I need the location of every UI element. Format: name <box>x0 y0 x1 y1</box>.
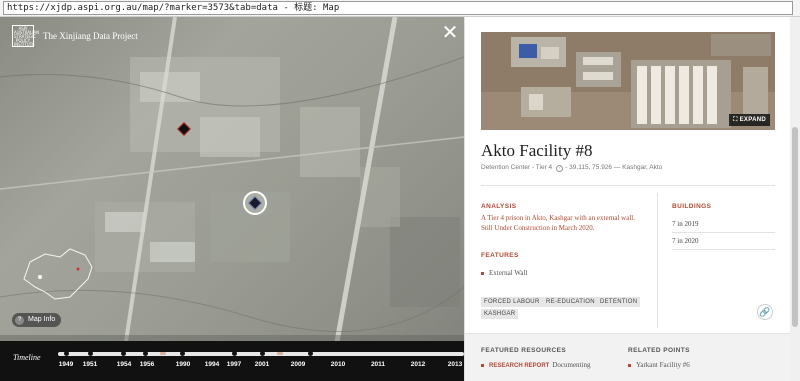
scrollbar-thumb[interactable] <box>792 127 798 327</box>
expand-button[interactable]: ⛶ EXPAND <box>729 114 770 126</box>
selected-map-marker[interactable] <box>243 191 267 215</box>
divider <box>672 232 775 233</box>
timeline-year[interactable]: 1951 <box>83 361 97 368</box>
address-bar: https://xjdp.aspi.org.au/map/?marker=357… <box>0 0 800 17</box>
expand-label: EXPAND <box>739 117 766 123</box>
timeline-year[interactable]: 2010 <box>331 361 345 368</box>
timeline-year[interactable]: 1956 <box>140 361 154 368</box>
bullet-icon <box>481 271 484 275</box>
related-point-link[interactable]: Yarkant Facility #6 <box>628 361 690 369</box>
timeline-year[interactable]: 2011 <box>371 361 385 368</box>
facility-location: - 39.115, 75.926 — Kashgar, Akto <box>565 164 663 171</box>
featured-resource-link[interactable]: RESEARCH REPORT Documenting <box>481 361 590 369</box>
timeline-year[interactable]: 2001 <box>255 361 269 368</box>
facility-type: Detention Center - Tier 4 <box>481 164 553 171</box>
timeline-dot[interactable] <box>232 351 237 356</box>
feature-item: External Wall <box>481 269 527 277</box>
resources-section: FEATURED RESOURCES RESEARCH REPORT Docume… <box>465 333 800 381</box>
timeline-dot[interactable] <box>160 352 166 355</box>
timeline-dot[interactable] <box>308 351 313 356</box>
question-icon: ? <box>15 315 24 325</box>
building-count: 7 in 2019 <box>672 220 699 228</box>
detail-panel: ⛶ EXPAND Akto Facility #8 Detention Cent… <box>464 17 800 381</box>
timeline-year[interactable]: 2013 <box>448 361 462 368</box>
map-info-label: Map Info <box>28 316 56 323</box>
timeline-dot[interactable] <box>277 352 283 355</box>
timeline-year[interactable]: 1949 <box>59 361 73 368</box>
timeline-year[interactable]: 2009 <box>291 361 305 368</box>
timeline-year[interactable]: 1994 <box>205 361 219 368</box>
analysis-heading: ANALYSIS <box>481 203 517 210</box>
timeline-year[interactable]: 1997 <box>227 361 241 368</box>
building-count: 7 in 2020 <box>672 237 699 245</box>
map-terrain <box>0 17 464 381</box>
timeline-dot[interactable] <box>143 351 148 356</box>
facility-photo[interactable]: ⛶ EXPAND <box>481 32 775 130</box>
url-input[interactable]: https://xjdp.aspi.org.au/map/?marker=357… <box>3 1 793 15</box>
timeline-dot[interactable] <box>260 351 265 356</box>
divider <box>657 193 658 328</box>
satellite-map[interactable]: ASPI AUSTRALIAN STRATEGIC POLICY INSTITU… <box>0 17 464 381</box>
timeline-label: Timeline <box>13 353 41 362</box>
map-info-button[interactable]: ? Map Info <box>12 313 62 327</box>
aspi-logo[interactable]: ASPI AUSTRALIAN STRATEGIC POLICY INSTITU… <box>12 25 39 47</box>
timeline-dot[interactable] <box>64 351 69 356</box>
analysis-text: A Tier 4 prison in Akto, Kashgar with an… <box>481 214 635 232</box>
tag-kashgar[interactable]: KASHGAR <box>481 309 519 319</box>
related-points-heading: RELATED POINTS <box>628 347 690 354</box>
close-icon[interactable]: ✕ <box>441 23 459 43</box>
timeline: Timeline 1949 1951 1954 1956 1990 1994 1… <box>0 341 464 381</box>
divider <box>481 185 775 186</box>
tag-forced-labour[interactable]: FORCED LABOUR <box>481 297 543 307</box>
tier-info-icon[interactable]: ? <box>556 165 564 172</box>
facility-subtitle: Detention Center - Tier 4? - 39.115, 75.9… <box>481 164 662 172</box>
timeline-dot[interactable] <box>88 351 93 356</box>
featured-resources-heading: FEATURED RESOURCES <box>481 347 567 354</box>
features-heading: FEATURES <box>481 252 519 259</box>
panel-scrollbar[interactable] <box>790 17 800 381</box>
bullet-icon <box>628 363 631 367</box>
marker-diamond-icon <box>249 197 261 209</box>
project-title: The Xinjiang Data Project <box>43 31 138 41</box>
resource-title: Documenting <box>552 361 591 369</box>
timeline-year[interactable]: 1954 <box>117 361 131 368</box>
related-point-label: Yarkant Facility #6 <box>636 361 690 369</box>
timeline-year[interactable]: 1990 <box>176 361 190 368</box>
tag-re-education[interactable]: RE-EDUCATION <box>543 297 598 307</box>
facility-title: Akto Facility #8 <box>481 141 593 160</box>
resource-type: RESEARCH REPORT <box>489 363 550 369</box>
link-icon[interactable]: 🔗 <box>757 304 773 320</box>
timeline-dot[interactable] <box>180 351 185 356</box>
buildings-heading: BUILDINGS <box>672 203 712 210</box>
timeline-year[interactable]: 2012 <box>411 361 425 368</box>
bullet-icon <box>481 363 484 367</box>
tag-detention[interactable]: DETENTION <box>597 297 641 307</box>
divider <box>672 249 775 250</box>
timeline-dot[interactable] <box>121 351 126 356</box>
